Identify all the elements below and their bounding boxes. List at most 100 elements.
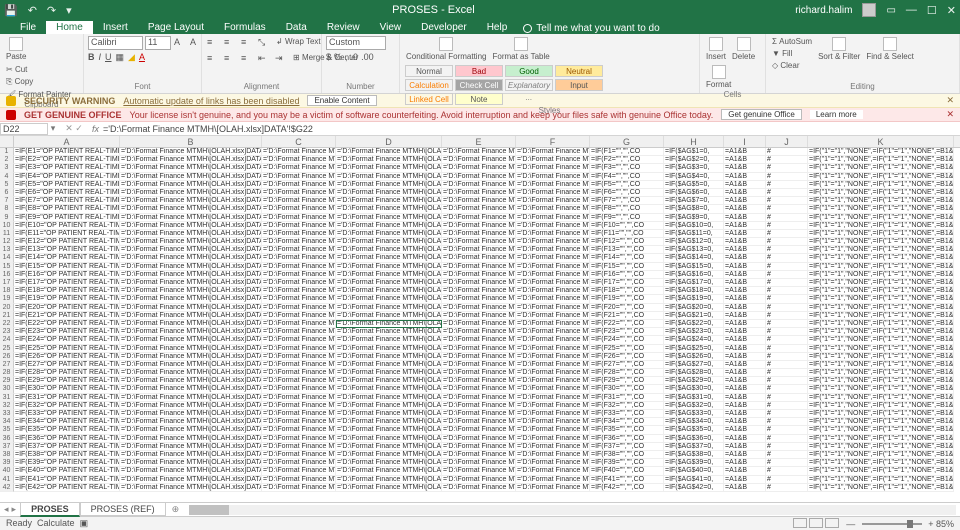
cell[interactable]: =A1&B (724, 230, 766, 238)
cell[interactable]: =IF($AG$11=0, (664, 230, 724, 238)
clear-button[interactable]: ◇ Clear (770, 60, 814, 71)
cell[interactable]: ='D:\Format Finance MTMH\[OLAH.xlsx]DATA… (516, 295, 590, 303)
cell[interactable]: =A1&B (724, 476, 766, 484)
cell[interactable]: ='D:\Format Finance MT (262, 476, 336, 484)
cell[interactable]: =IF(E13="OP PATIENT REAL-TIME PAYMEN (14, 246, 120, 254)
cell[interactable]: ='D:\Format Finance MTMH\[OLAH.xlsx]DATA… (120, 156, 262, 164)
cell[interactable]: =IF($AG$19=0, (664, 295, 724, 303)
cell[interactable]: ='D:\Format Finance MTMH\[OLAH.xlsx]DATA… (120, 197, 262, 205)
find-select[interactable]: Find & Select (864, 36, 916, 62)
cell[interactable]: ='D:\Format Finance MTMH\[OLAH.xlsx]DATA… (120, 345, 262, 353)
cell[interactable]: ='D:\Format Finance MTMH\[OLAH.xlsx]DATA… (442, 345, 516, 353)
cell[interactable]: =A1&B (724, 222, 766, 230)
cell[interactable]: ='D:\Format Finance MTMH\[OLAH.xlsx (336, 246, 442, 254)
cell[interactable]: =IF($AG$3=0, (664, 164, 724, 172)
font-name[interactable]: Calibri (88, 36, 143, 50)
cell[interactable]: ='D:\Format Finance MTMH\[OLAH.xlsx]DATA… (120, 246, 262, 254)
cell[interactable]: ='D:\Format Finance MTMH\[OLAH.xlsx]DATA… (442, 197, 516, 205)
cell[interactable]: ='D:\Format Finance MT (262, 377, 336, 385)
row-header[interactable]: 2 (0, 156, 14, 164)
table-row[interactable]: 31=IF(E31="OP PATIENT REAL-TIME PAYMEN='… (0, 394, 960, 402)
cell[interactable]: ='D:\Format Finance MTMH\[OLAH.xlsx]DATA… (516, 418, 590, 426)
cell[interactable]: =IF($AG$34=0, (664, 418, 724, 426)
namebox-dropdown-icon[interactable]: ▾ (48, 123, 58, 134)
tell-me[interactable]: Tell me what you want to do (523, 23, 659, 34)
cell[interactable]: =IF(F28="","",CO (590, 369, 664, 377)
cell[interactable]: ='D:\Format Finance MTMH\[OLAH.xlsx]DATA… (120, 271, 262, 279)
cell[interactable]: # (766, 385, 808, 393)
table-row[interactable]: 10=IF(E10="OP PATIENT REAL-TIME PAYMEN='… (0, 222, 960, 230)
cell[interactable]: ='D:\Format Finance MT (262, 287, 336, 295)
cell[interactable]: =A1&B (724, 418, 766, 426)
cell[interactable]: =IF(E4="OP PATIENT REAL-TIME PAYMEN (14, 173, 120, 181)
cell[interactable]: ='D:\Format Finance MTMH\[OLAH.xlsx (336, 312, 442, 320)
cell[interactable]: =A1&B (724, 246, 766, 254)
cell[interactable]: ='D:\Format Finance MTMH\[OLAH.xlsx (336, 295, 442, 303)
cell[interactable]: ='D:\Format Finance MTMH\[OLAH.xlsx (336, 181, 442, 189)
cell[interactable]: ='D:\Format Finance MTMH\[OLAH.xlsx]DATA… (442, 279, 516, 287)
cell[interactable]: ='D:\Format Finance MTMH\[OLAH.xlsx]DATA… (516, 451, 590, 459)
cell[interactable]: ='D:\Format Finance MTMH\[OLAH.xlsx]DATA… (120, 459, 262, 467)
cell[interactable]: =IF("1"="1","NONE",=IF("1"="1","NONE",=B… (808, 164, 954, 172)
cell[interactable]: ='D:\Format Finance MT (262, 426, 336, 434)
row-header[interactable]: 32 (0, 402, 14, 410)
row-header[interactable]: 34 (0, 418, 14, 426)
cell[interactable]: =A1&B (724, 214, 766, 222)
fx-enter-icon[interactable]: ✓ (75, 123, 83, 133)
cell[interactable]: ='D:\Format Finance MTMH\[OLAH.xlsx]DATA… (516, 361, 590, 369)
cell[interactable]: =IF("1"="1","NONE",=IF("1"="1","NONE",=B… (808, 230, 954, 238)
cell[interactable]: ='D:\Format Finance MT (262, 435, 336, 443)
cell[interactable]: ='D:\Format Finance MTMH\[OLAH.xlsx]DATA… (516, 254, 590, 262)
align-top-icon[interactable]: ≡ (206, 36, 220, 50)
cell[interactable]: ='D:\Format Finance MT (262, 484, 336, 492)
cell[interactable]: # (766, 426, 808, 434)
macro-record-icon[interactable]: ▣ (80, 518, 89, 528)
cell[interactable]: =IF(F1="","",CO (590, 148, 664, 156)
cell[interactable]: ='D:\Format Finance MTMH\[OLAH.xlsx]DATA… (120, 426, 262, 434)
font-color-button[interactable]: A (139, 52, 145, 63)
cell[interactable]: =A1&B (724, 369, 766, 377)
cell[interactable]: ='D:\Format Finance MTMH\[OLAH.xlsx (336, 279, 442, 287)
cell[interactable]: ='D:\Format Finance MTMH\[OLAH.xlsx]DATA… (442, 230, 516, 238)
cell[interactable]: =IF($AG$10=0, (664, 222, 724, 230)
cell[interactable]: ='D:\Format Finance MT (262, 385, 336, 393)
cell[interactable]: # (766, 164, 808, 172)
table-row[interactable]: 28=IF(E28="OP PATIENT REAL-TIME PAYMEN='… (0, 369, 960, 377)
sheet-proses-ref[interactable]: PROSES (REF) (80, 503, 166, 516)
cell[interactable]: =IF("1"="1","NONE",=IF("1"="1","NONE",=B… (808, 189, 954, 197)
cell[interactable]: # (766, 336, 808, 344)
table-row[interactable]: 32=IF(E32="OP PATIENT REAL-TIME PAYMEN='… (0, 402, 960, 410)
row-header[interactable]: 21 (0, 312, 14, 320)
cell[interactable]: ='D:\Format Finance MTMH\[OLAH.xlsx]DATA… (120, 295, 262, 303)
cell[interactable]: ='D:\Format Finance MTMH\[OLAH.xlsx]DATA… (516, 394, 590, 402)
cell[interactable]: =IF($AG$27=0, (664, 361, 724, 369)
cell[interactable]: =IF(F37="","",CO (590, 443, 664, 451)
table-row[interactable]: 7=IF(E7="OP PATIENT REAL-TIME PAYMEN='D:… (0, 197, 960, 205)
cell[interactable]: =IF($AG$36=0, (664, 435, 724, 443)
tab-file[interactable]: File (10, 21, 46, 34)
cell[interactable]: ='D:\Format Finance MTMH\[OLAH.xlsx]DATA… (120, 443, 262, 451)
align-center-icon[interactable]: ≡ (223, 52, 237, 66)
cell[interactable]: ='D:\Format Finance MTMH\[OLAH.xlsx (336, 148, 442, 156)
cell[interactable]: ='D:\Format Finance MTMH\[OLAH.xlsx]DATA… (516, 214, 590, 222)
table-row[interactable]: 15=IF(E15="OP PATIENT REAL-TIME PAYMEN='… (0, 263, 960, 271)
cell[interactable]: =IF(F27="","",CO (590, 361, 664, 369)
cell[interactable]: ='D:\Format Finance MT (262, 156, 336, 164)
cell[interactable]: ='D:\Format Finance MTMH\[OLAH.xlsx]DATA… (120, 222, 262, 230)
delete-cells[interactable]: Delete (730, 36, 757, 62)
cell[interactable]: =IF("1"="1","NONE",=IF("1"="1","NONE",=B… (808, 377, 954, 385)
cell[interactable]: =IF(E16="OP PATIENT REAL-TIME PAYMEN (14, 271, 120, 279)
cell[interactable]: =IF(F17="","",CO (590, 279, 664, 287)
cell[interactable]: =IF($AG$28=0, (664, 369, 724, 377)
cell[interactable]: =IF(F12="","",CO (590, 238, 664, 246)
row-header[interactable]: 5 (0, 181, 14, 189)
cell[interactable]: ='D:\Format Finance MTMH\[OLAH.xlsx (336, 328, 442, 336)
cell[interactable]: ='D:\Format Finance MT (262, 443, 336, 451)
row-header[interactable]: 37 (0, 443, 14, 451)
fx-icon[interactable]: fx (90, 124, 101, 134)
cell[interactable]: =IF(F15="","",CO (590, 263, 664, 271)
cell[interactable]: =IF($AG$30=0, (664, 385, 724, 393)
cell[interactable]: =IF(E21="OP PATIENT REAL-TIME PAYMEN (14, 312, 120, 320)
cell[interactable]: =IF(E19="OP PATIENT REAL-TIME PAYMEN (14, 295, 120, 303)
cell[interactable]: =A1&B (724, 435, 766, 443)
